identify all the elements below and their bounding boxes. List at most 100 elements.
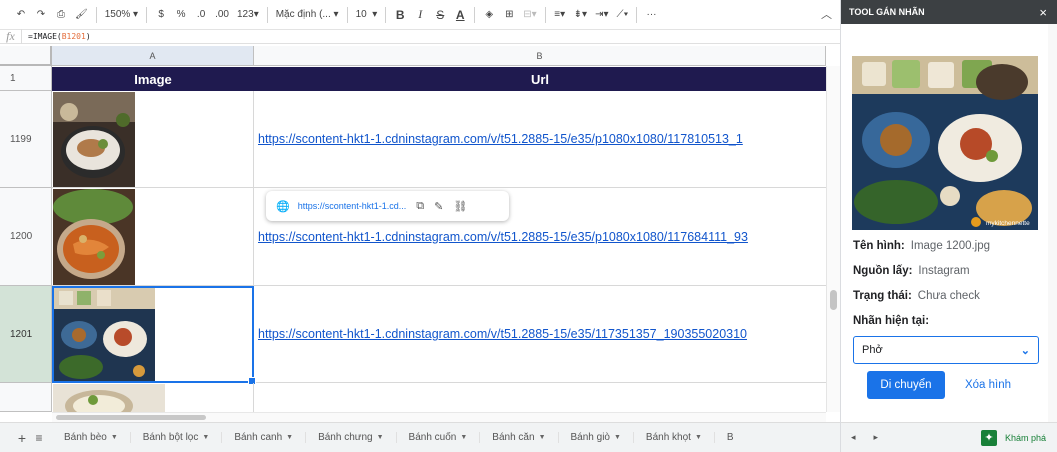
selected-cell-outline [52, 286, 256, 385]
header-cell-image[interactable]: Image [52, 67, 254, 91]
increase-decimal-button[interactable]: .00 [212, 5, 232, 25]
copy-link-icon[interactable]: ⧉ [416, 200, 424, 213]
fx-icon: fx [0, 29, 22, 44]
font-size-select[interactable]: 10 ▾ [353, 5, 381, 25]
tab-label: B [726, 432, 734, 443]
remove-link-icon[interactable]: ⛓ [453, 200, 467, 213]
caret-down-icon: ▼ [110, 434, 118, 441]
image-cell[interactable] [52, 383, 254, 412]
tab-label: Bánh bèo [64, 432, 107, 443]
tab-banh-khot[interactable]: Bánh khọt ▼ [634, 432, 715, 443]
link-preview-url[interactable]: https://scontent-hkt1-1.cd... [298, 201, 407, 211]
chevron-up-icon[interactable]: ︿ [821, 6, 832, 22]
italic-button[interactable]: I [411, 5, 429, 25]
caret-down-icon: ▼ [538, 434, 546, 441]
tab-banh-cuon[interactable]: Bánh cuốn ▼ [397, 432, 481, 443]
row-header-1200[interactable]: 1200 [0, 188, 52, 286]
toolbar-divider [146, 6, 148, 23]
percent-format-button[interactable]: % [172, 5, 190, 25]
url-link[interactable]: https://scontent-hkt1-1.cdninstagram.com… [258, 230, 748, 244]
tool-panel: TOOL GÁN NHÃN × mykitchennette Tên hình:… [840, 0, 1057, 452]
zoom-select[interactable]: 150% ▾ [102, 5, 141, 25]
header-cell-url[interactable]: Url [254, 67, 826, 91]
text-wrap-icon[interactable]: ⇥▾ [592, 5, 611, 25]
explore-button[interactable]: ✦ Khám phá [980, 429, 1046, 446]
tab-banh-chung[interactable]: Bánh chưng ▼ [306, 432, 397, 443]
tab-banh-bot-loc[interactable]: Bánh bột lọc ▼ [131, 432, 223, 443]
redo-icon[interactable]: ↷ [32, 5, 50, 25]
more-formats-label: 123 [237, 9, 254, 20]
image-cell[interactable] [52, 91, 254, 188]
column-header-a[interactable]: A [52, 46, 254, 66]
spreadsheet-app: ↶ ↷ ⎙ 🖌 150% ▾ $ % .0 .00 123 ▾ Mặc định … [0, 0, 1057, 452]
label-dropdown[interactable]: Phở ⌄ [853, 336, 1039, 364]
url-cell[interactable]: https://scontent-hkt1-1.cdninstagram.com… [254, 91, 826, 188]
tab-banh-gio[interactable]: Bánh giò ▼ [559, 432, 634, 443]
tab-partial[interactable]: B [715, 432, 738, 443]
image-cell[interactable] [52, 188, 254, 286]
horizontal-scrollbar[interactable] [52, 412, 826, 422]
currency-format-button[interactable]: $ [152, 5, 170, 25]
row-header-next[interactable] [0, 383, 52, 412]
text-color-button[interactable]: A [451, 5, 469, 25]
toolbar-divider [95, 6, 97, 23]
toolbar-divider [544, 6, 546, 23]
horizontal-scroll-thumb[interactable] [56, 415, 206, 420]
tab-label: Bánh căn [492, 432, 535, 443]
tab-label: Bánh canh [234, 432, 283, 443]
vertical-scrollbar[interactable] [826, 66, 840, 412]
tab-banh-canh[interactable]: Bánh canh ▼ [222, 432, 307, 443]
column-header-b[interactable]: B [254, 46, 826, 66]
borders-icon[interactable]: ⊞ [500, 5, 518, 25]
caret-down-icon: ▼ [286, 434, 294, 441]
image-name-value: Image 1200.jpg [910, 240, 991, 252]
all-sheets-button[interactable]: ≡ [26, 431, 52, 445]
strikethrough-button[interactable]: S [431, 5, 449, 25]
watermark-text: mykitchennette [986, 220, 1030, 227]
print-icon[interactable]: ⎙ [52, 5, 70, 25]
move-button[interactable]: Di chuyển [867, 371, 945, 399]
row-header-1199[interactable]: 1199 [0, 91, 52, 188]
current-label-heading: Nhãn hiện tại: [853, 315, 930, 327]
toolbar: ↶ ↷ ⎙ 🖌 150% ▾ $ % .0 .00 123 ▾ Mặc định … [0, 0, 840, 30]
more-formats-button[interactable]: 123 ▾ [234, 5, 262, 25]
undo-icon[interactable]: ↶ [12, 5, 30, 25]
bold-button[interactable]: B [391, 5, 409, 25]
url-cell[interactable]: https://scontent-hkt1-1.cdninstagram.com… [254, 286, 826, 383]
status-value: Chưa check [917, 290, 980, 302]
tab-banh-beo[interactable]: Bánh bèo ▼ [52, 432, 131, 443]
panel-scrollbar[interactable] [1048, 24, 1057, 422]
add-sheet-button[interactable]: + [0, 430, 26, 446]
delete-image-button[interactable]: Xóa hình [953, 371, 1023, 399]
toolbar-divider [346, 6, 348, 23]
scroll-left-icon[interactable]: ◂ [851, 432, 856, 443]
formula-bar[interactable]: fx =IMAGE(B1201) [0, 29, 840, 44]
tab-banh-can[interactable]: Bánh căn ▼ [480, 432, 559, 443]
paint-format-icon[interactable]: 🖌 [72, 5, 91, 25]
font-select[interactable]: Mặc định (... ▾ [273, 5, 342, 25]
fill-color-icon[interactable]: ◈ [480, 5, 498, 25]
url-link[interactable]: https://scontent-hkt1-1.cdninstagram.com… [258, 132, 743, 146]
horizontal-align-icon[interactable]: ≡▾ [551, 5, 569, 25]
text-rotation-icon[interactable]: ⟋▾ [613, 5, 631, 25]
status-label: Trạng thái: [853, 290, 912, 302]
vertical-align-icon[interactable]: ⇟▾ [571, 5, 590, 25]
image-name-label: Tên hình: [853, 240, 905, 252]
row-header-1[interactable]: 1 [0, 66, 52, 91]
more-options-icon[interactable]: ··· [642, 5, 660, 25]
merge-cells-icon[interactable]: ⊟▾ [520, 5, 539, 25]
tab-label: Bánh cuốn [408, 432, 457, 443]
edit-link-icon[interactable]: ✎ [434, 200, 443, 213]
decrease-decimal-button[interactable]: .0 [192, 5, 210, 25]
vertical-scroll-thumb[interactable] [830, 290, 837, 310]
close-icon[interactable]: × [1039, 5, 1047, 20]
row-header-1201[interactable]: 1201 [0, 286, 52, 383]
select-all-corner[interactable] [0, 46, 52, 66]
label-dropdown-value: Phở [862, 344, 883, 356]
scroll-right-icon[interactable]: ▸ [874, 432, 879, 443]
preview-image: mykitchennette [852, 56, 1038, 230]
caret-down-icon: ▼ [460, 434, 468, 441]
font-value: Mặc định (... [275, 9, 331, 20]
toolbar-divider [636, 6, 638, 23]
url-link[interactable]: https://scontent-hkt1-1.cdninstagram.com… [258, 327, 747, 341]
